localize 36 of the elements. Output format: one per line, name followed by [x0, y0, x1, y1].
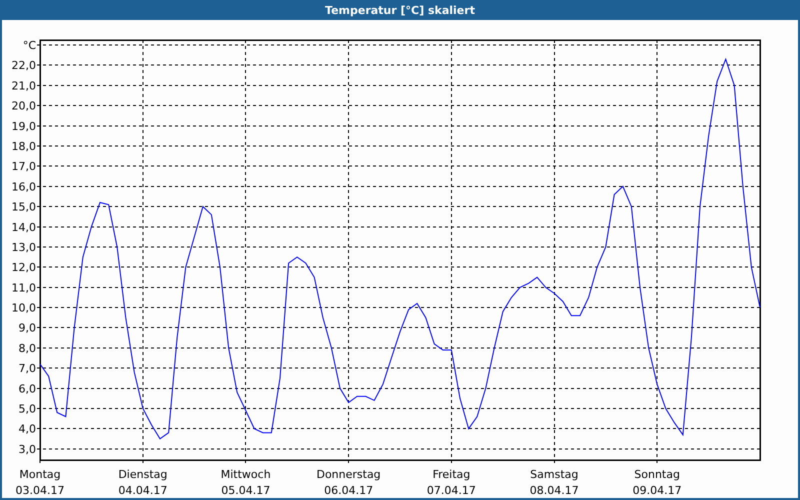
day-label: Samstag [530, 468, 578, 481]
day-label: Donnerstag [316, 468, 381, 481]
date-label: 06.04.17 [324, 484, 374, 497]
date-label: 08.04.17 [530, 484, 579, 497]
y-axis-label: 12,0 [12, 261, 36, 274]
y-axis-label: 8,0 [18, 342, 36, 355]
y-axis-label: 21,0 [12, 79, 36, 92]
y-axis-label: 22,0 [12, 59, 36, 72]
day-label: Montag [19, 468, 61, 481]
day-label: Dienstag [118, 468, 168, 481]
date-label: 09.04.17 [632, 484, 682, 497]
y-axis-label: 4,0 [18, 422, 36, 436]
y-axis-label: 13,0 [12, 240, 36, 254]
date-label: 04.04.17 [118, 484, 168, 497]
window-title: Temperatur [°C] skaliert [324, 2, 476, 18]
date-label: 05.04.17 [221, 484, 270, 497]
day-label: Mittwoch [220, 468, 271, 481]
y-axis-label: 9,0 [18, 322, 36, 335]
y-axis-label: 3,0 [18, 442, 36, 456]
y-axis-label: 18,0 [12, 140, 36, 153]
y-axis-label: 15,0 [12, 200, 36, 214]
day-label: Sonntag [634, 468, 680, 481]
y-axis-label: 10,0 [12, 302, 36, 315]
day-label: Freitag [432, 468, 470, 481]
y-axis-label: 17,0 [12, 160, 36, 174]
y-axis-label: °C [22, 39, 36, 52]
y-axis-label: 19,0 [12, 120, 36, 133]
y-axis-label: 16,0 [12, 180, 36, 194]
y-axis-label: 14,0 [12, 220, 36, 234]
y-axis-label: 5,0 [18, 402, 36, 416]
y-axis-label: 20,0 [12, 100, 36, 113]
y-axis-label: 6,0 [18, 382, 36, 396]
y-axis-label: 7,0 [18, 362, 36, 376]
y-axis-label: 11,0 [12, 281, 36, 294]
date-label: 07.04.17 [426, 484, 476, 497]
date-label: 03.04.17 [16, 484, 64, 497]
